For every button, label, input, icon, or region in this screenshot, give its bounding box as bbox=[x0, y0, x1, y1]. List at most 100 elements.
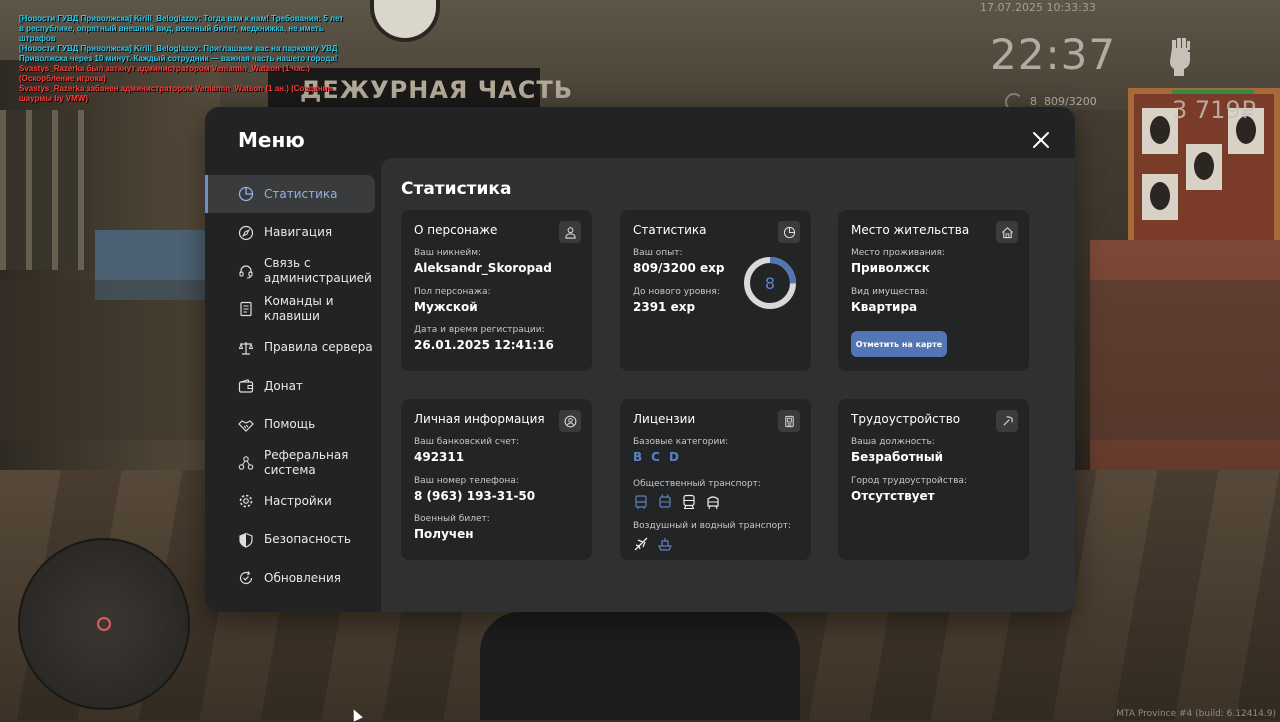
field-label: Воздушный и водный транспорт: bbox=[633, 521, 792, 531]
sidebar-item-help[interactable]: Помощь bbox=[205, 405, 381, 443]
license-category: D bbox=[668, 450, 679, 464]
user-circle-icon bbox=[564, 415, 576, 427]
card-icon bbox=[559, 410, 581, 432]
field-label: Вид имущества: bbox=[851, 287, 929, 297]
wallet-icon bbox=[238, 378, 254, 394]
player-character bbox=[480, 612, 800, 720]
field-label: Ваш никнейм: bbox=[414, 248, 482, 258]
sidebar-item-contact-admin[interactable]: Связь с администрацией bbox=[205, 252, 381, 290]
field-label: Место проживания: bbox=[851, 248, 945, 258]
field-label: Ваш номер телефона: bbox=[414, 476, 519, 486]
health-bar bbox=[1172, 90, 1254, 94]
content-panel: Статистика О персонаже Ваш никнейм: Alek… bbox=[381, 158, 1075, 612]
sidebar-item-label: Статистика bbox=[264, 186, 338, 201]
field-label: Пол персонажа: bbox=[414, 287, 491, 297]
network-icon bbox=[238, 455, 254, 471]
sidebar-item-label: Донат bbox=[264, 378, 303, 393]
shield-icon bbox=[238, 532, 254, 548]
card-icon bbox=[778, 410, 800, 432]
card-icon bbox=[778, 221, 800, 243]
card-personal-info: Личная информация Ваш банковский счет: 4… bbox=[401, 399, 592, 560]
experience-value: 809/3200 exp bbox=[633, 261, 725, 275]
sidebar-item-label: Правила сервера bbox=[264, 340, 373, 355]
residence-value: Приволжск bbox=[851, 261, 930, 275]
license-category: C bbox=[651, 450, 660, 464]
registration-value: 26.01.2025 12:41:16 bbox=[414, 338, 554, 352]
fist-icon bbox=[1166, 34, 1194, 76]
sidebar-item-security[interactable]: Безопасность bbox=[205, 521, 381, 559]
sidebar-item-rules[interactable]: Правила сервера bbox=[205, 329, 381, 367]
hud-time: 22:37 bbox=[990, 30, 1117, 79]
card-title: О персонаже bbox=[414, 223, 498, 237]
bus-icon bbox=[633, 494, 649, 510]
field-label: Город трудоустройства: bbox=[851, 476, 967, 486]
pie-chart-icon bbox=[238, 186, 254, 202]
sidebar-item-label: Связь с администрацией bbox=[264, 255, 372, 285]
air-water-transport-icons bbox=[633, 536, 673, 552]
field-label: Базовые категории: bbox=[633, 437, 729, 447]
sidebar-item-donate[interactable]: Донат bbox=[205, 367, 381, 405]
sidebar-item-updates[interactable]: Обновления bbox=[205, 559, 381, 597]
position-value: Безработный bbox=[851, 450, 944, 464]
military-id-value: Получен bbox=[414, 527, 474, 541]
sidebar-item-label: Обновления bbox=[264, 570, 342, 585]
minimap bbox=[18, 538, 190, 710]
field-label: Военный билет: bbox=[414, 514, 490, 524]
card-title: Трудоустройство bbox=[851, 412, 961, 426]
sidebar-item-statistics[interactable]: Статистика bbox=[205, 175, 375, 214]
card-title: Лицензии bbox=[633, 412, 696, 426]
user-icon bbox=[564, 226, 576, 239]
boat-icon bbox=[657, 536, 673, 552]
compass-icon bbox=[238, 225, 254, 241]
page-title: Статистика bbox=[401, 179, 512, 199]
chat-line: [Новости ГУВД Приволжска] Kirill_Belogla… bbox=[19, 14, 344, 43]
card-title: Статистика bbox=[633, 223, 707, 237]
field-label: Дата и время регистрации: bbox=[414, 325, 545, 335]
phone-value: 8 (963) 193-31-50 bbox=[414, 489, 536, 503]
card-residence: Место жительства Место проживания: Приво… bbox=[838, 210, 1029, 371]
card-licenses: Лицензии Базовые категории: B C D Общест… bbox=[620, 399, 811, 560]
close-button[interactable] bbox=[1031, 130, 1051, 150]
license-categories: B C D bbox=[633, 450, 679, 464]
card-character: О персонаже Ваш никнейм: Aleksandr_Skoro… bbox=[401, 210, 592, 371]
sidebar-item-label: Безопасность bbox=[264, 532, 351, 547]
chat-log: [Новости ГУВД Приволжска] Kirill_Belogla… bbox=[19, 14, 349, 104]
card-icon bbox=[559, 221, 581, 243]
hud-date: 17.07.2025 10:33:33 bbox=[980, 1, 1096, 14]
card-employment: Трудоустройство Ваша должность: Безработ… bbox=[838, 399, 1029, 560]
sidebar-item-referral[interactable]: Реферальная система bbox=[205, 444, 381, 482]
bank-account-value: 492311 bbox=[414, 450, 465, 464]
card-icon bbox=[996, 410, 1018, 432]
field-label: До нового уровня: bbox=[633, 287, 720, 297]
train-icon bbox=[681, 494, 697, 510]
sidebar-item-commands[interactable]: Команды и клавиши bbox=[205, 290, 381, 328]
license-card-icon bbox=[784, 415, 794, 427]
sidebar-item-label: Помощь bbox=[264, 417, 316, 432]
pickaxe-icon bbox=[1002, 415, 1013, 426]
sidebar: Статистика Навигация Связь с администрац… bbox=[205, 175, 381, 597]
menu-title: Меню bbox=[238, 128, 305, 152]
sidebar-item-label: Реферальная система bbox=[264, 447, 349, 477]
scales-icon bbox=[238, 340, 254, 356]
nickname-value: Aleksandr_Skoropad bbox=[414, 261, 552, 275]
photo bbox=[1142, 174, 1178, 220]
sidebar-item-settings[interactable]: Настройки bbox=[205, 482, 381, 520]
chat-line: Svastys_Razerka забанен администратором … bbox=[19, 84, 333, 103]
property-value: Квартира bbox=[851, 300, 918, 314]
build-version: MTA Province #4 (build: 6.12414.9) bbox=[1116, 709, 1276, 719]
license-category: B bbox=[633, 450, 643, 464]
refresh-check-icon bbox=[238, 570, 254, 586]
document-icon bbox=[238, 301, 254, 317]
employment-city-value: Отсутствует bbox=[851, 489, 935, 503]
field-label: Ваша должность: bbox=[851, 437, 935, 447]
card-icon bbox=[996, 221, 1018, 243]
sidebar-item-navigation[interactable]: Навигация bbox=[205, 213, 381, 251]
close-icon bbox=[1033, 132, 1049, 148]
mark-on-map-button[interactable]: Отметить на карте bbox=[851, 331, 947, 357]
menu-window: Меню Статистика Навигация Связь с админи… bbox=[205, 107, 1075, 612]
sidebar-item-label: Команды и клавиши bbox=[264, 294, 334, 324]
gear-icon bbox=[238, 493, 254, 509]
tram-icon bbox=[705, 494, 721, 510]
trolleybus-icon bbox=[657, 494, 673, 510]
level-number: 8 bbox=[764, 273, 776, 293]
